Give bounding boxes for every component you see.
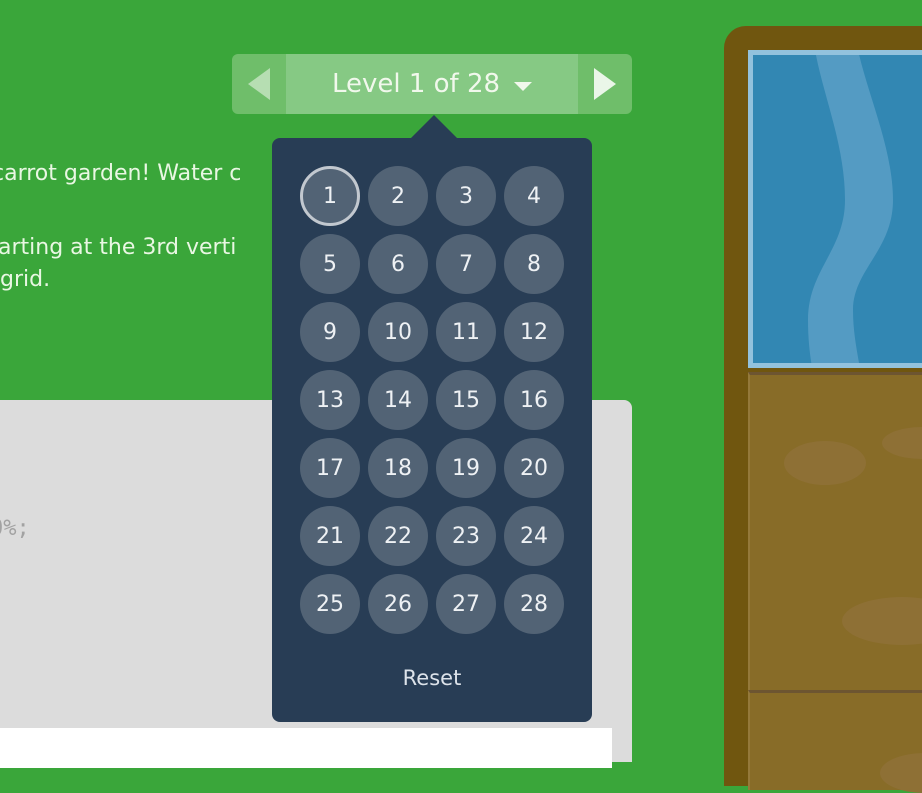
level-button-18[interactable]: 18 [368, 438, 428, 498]
level-navigation: Level 1 of 28 [232, 54, 632, 114]
level-button-16[interactable]: 16 [504, 370, 564, 430]
level-label: Level 1 of 28 [331, 69, 501, 99]
level-selector-button[interactable]: Level 1 of 28 [286, 54, 578, 114]
next-level-button[interactable] [578, 54, 632, 114]
level-button-21[interactable]: 21 [300, 506, 360, 566]
code-line: 0%; [0, 516, 30, 541]
soil-tile [748, 690, 922, 793]
level-button-24[interactable]: 24 [504, 506, 564, 566]
caret-down-icon [514, 81, 533, 91]
level-button-3[interactable]: 3 [436, 166, 496, 226]
level-button-1[interactable]: 1 [300, 166, 360, 226]
level-button-17[interactable]: 17 [300, 438, 360, 498]
level-button-14[interactable]: 14 [368, 370, 428, 430]
instruction-text: grid. [0, 267, 51, 292]
pebble [842, 597, 922, 645]
level-button-8[interactable]: 8 [504, 234, 564, 294]
reset-button[interactable]: Reset [272, 666, 592, 690]
instruction-text: carrot garden! Water c [0, 161, 242, 186]
level-button-15[interactable]: 15 [436, 370, 496, 430]
code-input-area[interactable] [0, 728, 612, 768]
previous-level-button[interactable] [232, 54, 286, 114]
pebble [784, 441, 866, 485]
level-button-23[interactable]: 23 [436, 506, 496, 566]
dropdown-pointer [410, 115, 458, 139]
level-grid: 1 2 3 4 5 6 7 8 9 10 11 12 13 14 15 16 17 18 19 20 21 22 23 24 2… [300, 166, 564, 634]
level-button-5[interactable]: 5 [300, 234, 360, 294]
level-dropdown: 1 2 3 4 5 6 7 8 9 10 11 12 13 14 15 16 17 18 19 20 21 22 23 24 2… [272, 138, 592, 722]
level-button-28[interactable]: 28 [504, 574, 564, 634]
level-button-7[interactable]: 7 [436, 234, 496, 294]
soil-tile [748, 372, 922, 690]
triangle-right-icon [594, 68, 616, 100]
level-button-20[interactable]: 20 [504, 438, 564, 498]
level-button-22[interactable]: 22 [368, 506, 428, 566]
level-button-11[interactable]: 11 [436, 302, 496, 362]
water-stream [808, 55, 893, 363]
level-button-19[interactable]: 19 [436, 438, 496, 498]
level-button-6[interactable]: 6 [368, 234, 428, 294]
level-button-10[interactable]: 10 [368, 302, 428, 362]
level-button-13[interactable]: 13 [300, 370, 360, 430]
pebble [880, 753, 922, 793]
instruction-text: arting at the 3rd verti [0, 235, 237, 260]
level-button-4[interactable]: 4 [504, 166, 564, 226]
level-button-12[interactable]: 12 [504, 302, 564, 362]
level-button-27[interactable]: 27 [436, 574, 496, 634]
triangle-left-icon [248, 68, 270, 100]
level-button-2[interactable]: 2 [368, 166, 428, 226]
water-tile [748, 50, 922, 368]
game-board [724, 26, 922, 793]
level-button-9[interactable]: 9 [300, 302, 360, 362]
instructions: carrot garden! Water c arting at the 3rd… [0, 158, 280, 296]
level-button-25[interactable]: 25 [300, 574, 360, 634]
pebble [882, 427, 922, 459]
level-button-26[interactable]: 26 [368, 574, 428, 634]
